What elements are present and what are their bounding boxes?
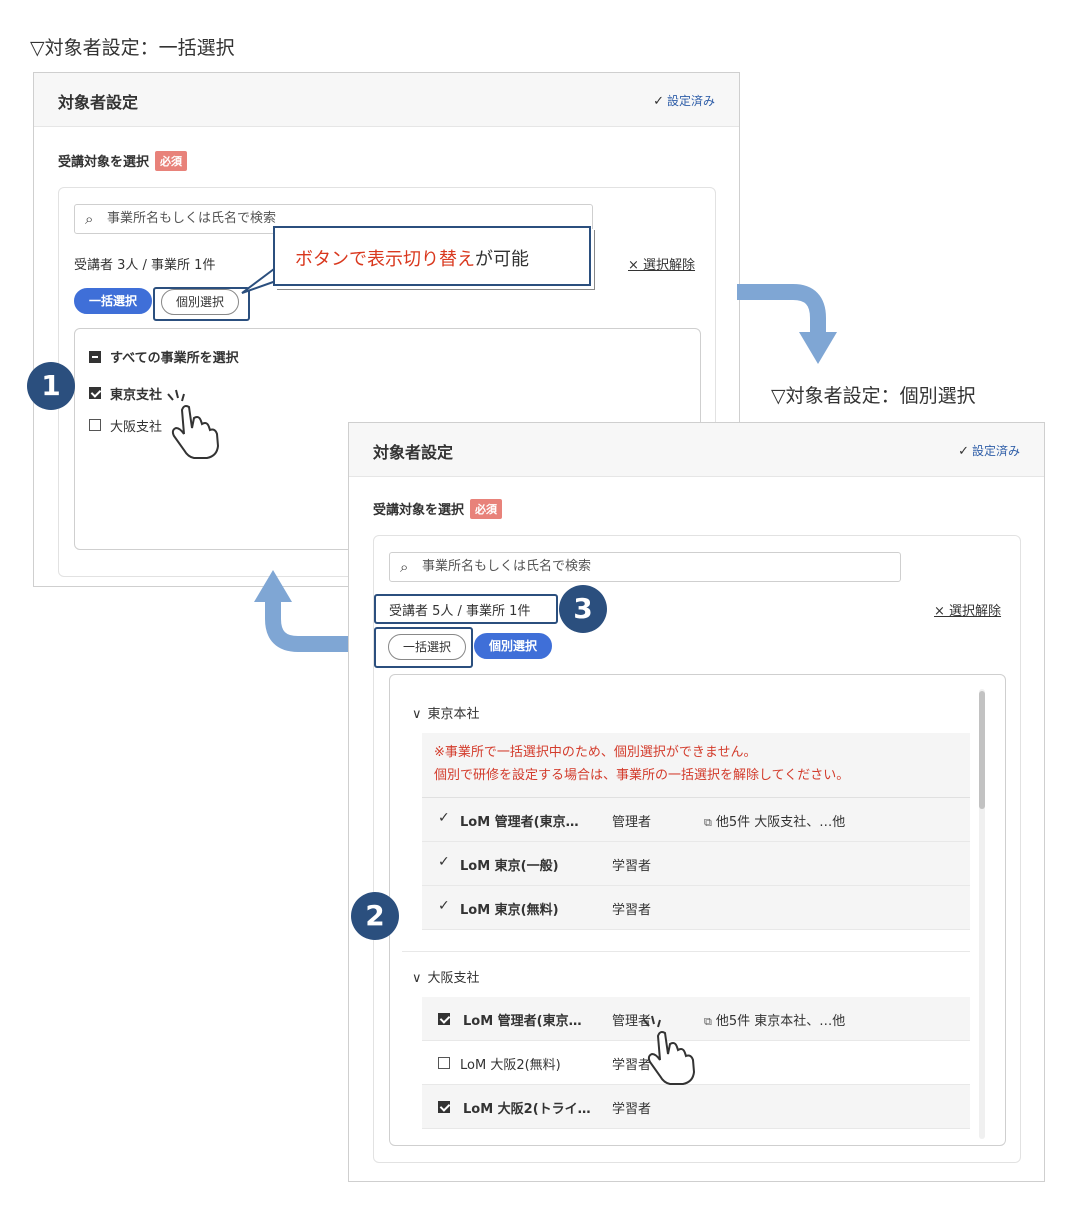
chevron-down-icon: ∨ bbox=[412, 707, 422, 722]
step-badge-3: 3 bbox=[559, 585, 607, 633]
copy-icon: ⧉ bbox=[704, 816, 712, 829]
search-input[interactable]: ⌕ 事業所名もしくは氏名で検索 bbox=[389, 552, 901, 582]
clear-selection-link[interactable]: × 選択解除 bbox=[628, 254, 695, 273]
user-checkbox[interactable] bbox=[438, 1101, 450, 1113]
select-all-checkbox[interactable] bbox=[89, 351, 101, 363]
group-header-osaka[interactable]: ∨ 大阪支社 bbox=[412, 967, 480, 986]
section-label-text: 受講対象を選択 bbox=[58, 155, 150, 170]
user-row: ✓ LoM 東京(一般) 学習者 bbox=[422, 842, 970, 886]
user-row: ✓ LoM 東京(無料) 学習者 bbox=[422, 886, 970, 930]
user-name: LoM 大阪2(無料) bbox=[460, 1058, 561, 1073]
check-icon: ✓ bbox=[958, 444, 969, 459]
user-row[interactable]: LoM 大阪2(トライ… 学習者 bbox=[422, 1085, 970, 1129]
search-placeholder: 事業所名もしくは氏名で検索 bbox=[107, 211, 277, 226]
pointer-hand-icon bbox=[167, 389, 220, 459]
callout-toggle-note: ボタンで表示切り替えが可能 bbox=[273, 226, 591, 286]
check-icon: ✓ bbox=[653, 94, 664, 109]
chevron-down-icon: ∨ bbox=[412, 971, 422, 986]
required-badge: 必須 bbox=[470, 499, 503, 519]
user-name: LoM 管理者(東京… bbox=[463, 1014, 582, 1029]
office-label-osaka: 大阪支社 bbox=[110, 420, 163, 435]
divider bbox=[402, 951, 970, 952]
callout-rest-text: が可能 bbox=[475, 249, 529, 270]
clear-selection-link[interactable]: × 選択解除 bbox=[934, 600, 1001, 619]
selection-count: 受講者 3人 / 事業所 1件 bbox=[74, 258, 216, 273]
user-name: LoM 東京(無料) bbox=[460, 903, 559, 918]
pointer-hand-icon bbox=[643, 1015, 696, 1085]
scrollbar-thumb[interactable] bbox=[979, 691, 985, 809]
highlight-bulk-button bbox=[374, 627, 473, 668]
user-name: LoM 管理者(東京… bbox=[460, 815, 579, 830]
caption-bulk-select: ▽対象者設定：一括選択 bbox=[30, 37, 235, 59]
user-name: LoM 大阪2(トライ… bbox=[463, 1102, 591, 1117]
panel-header: 対象者設定 ✓ 設定済み bbox=[349, 423, 1044, 477]
check-icon: ✓ bbox=[438, 898, 450, 914]
other-offices: ⧉ 他5件 大阪支社、…他 bbox=[704, 811, 845, 830]
section-label: 受講対象を選択 必須 bbox=[58, 151, 188, 171]
group-header-tokyo[interactable]: ∨ 東京本社 bbox=[412, 703, 480, 722]
required-badge: 必須 bbox=[155, 151, 188, 171]
caption-individual-select: ▽対象者設定：個別選択 bbox=[771, 385, 976, 407]
warning-line-1: ※事業所で一括選択中のため、個別選択ができません。 bbox=[434, 745, 757, 760]
step-badge-1: 1 bbox=[27, 362, 75, 410]
panel-title: 対象者設定 bbox=[373, 443, 454, 462]
office-checkbox-osaka[interactable] bbox=[89, 419, 101, 431]
user-role: 学習者 bbox=[612, 1102, 652, 1117]
bulk-selection-warning: ※事業所で一括選択中のため、個別選択ができません。 個別で研修を設定する場合は、… bbox=[422, 733, 970, 797]
office-label-tokyo: 東京支社 bbox=[110, 388, 163, 403]
settings-done-status: ✓ 設定済み bbox=[958, 442, 1020, 459]
individual-select-button[interactable]: 個別選択 bbox=[474, 633, 552, 659]
arrow-up-left bbox=[254, 570, 356, 652]
step-badge-2: 2 bbox=[351, 892, 399, 940]
group-name: 大阪支社 bbox=[427, 971, 480, 986]
user-role: 学習者 bbox=[612, 903, 652, 918]
settings-done-status: ✓ 設定済み bbox=[653, 92, 715, 109]
search-icon: ⌕ bbox=[85, 210, 94, 228]
done-label: 設定済み bbox=[666, 94, 715, 108]
user-checkbox[interactable] bbox=[438, 1057, 450, 1069]
check-icon: ✓ bbox=[438, 810, 450, 826]
user-name: LoM 東京(一般) bbox=[460, 859, 559, 874]
section-label: 受講対象を選択 必須 bbox=[373, 499, 503, 519]
user-role: 学習者 bbox=[612, 859, 652, 874]
section-label-text: 受講対象を選択 bbox=[373, 503, 465, 518]
user-role: 管理者 bbox=[612, 815, 652, 830]
search-placeholder: 事業所名もしくは氏名で検索 bbox=[422, 559, 592, 574]
other-offices-text: 他5件 東京本社、…他 bbox=[715, 1014, 846, 1029]
group-name: 東京本社 bbox=[427, 707, 480, 722]
user-checkbox[interactable] bbox=[438, 1013, 450, 1025]
other-offices-text: 他5件 大阪支社、…他 bbox=[715, 815, 846, 830]
bulk-select-button[interactable]: 一括選択 bbox=[74, 288, 152, 314]
panel-title: 対象者設定 bbox=[58, 93, 139, 112]
arrow-down-right bbox=[737, 284, 837, 364]
select-all-label: すべての事業所を選択 bbox=[110, 351, 239, 366]
panel-header: 対象者設定 ✓ 設定済み bbox=[34, 73, 739, 127]
callout-red-text: ボタンで表示切り替え bbox=[295, 249, 475, 270]
warning-line-2: 個別で研修を設定する場合は、事業所の一括選択を解除してください。 bbox=[434, 768, 850, 783]
highlight-selection-count bbox=[374, 594, 558, 624]
office-checkbox-tokyo[interactable] bbox=[89, 387, 101, 399]
user-row: ✓ LoM 管理者(東京… 管理者 ⧉ 他5件 大阪支社、…他 bbox=[422, 798, 970, 842]
done-label: 設定済み bbox=[971, 444, 1020, 458]
search-icon: ⌕ bbox=[400, 558, 409, 576]
check-icon: ✓ bbox=[438, 854, 450, 870]
other-offices: ⧉ 他5件 東京本社、…他 bbox=[704, 1010, 845, 1029]
